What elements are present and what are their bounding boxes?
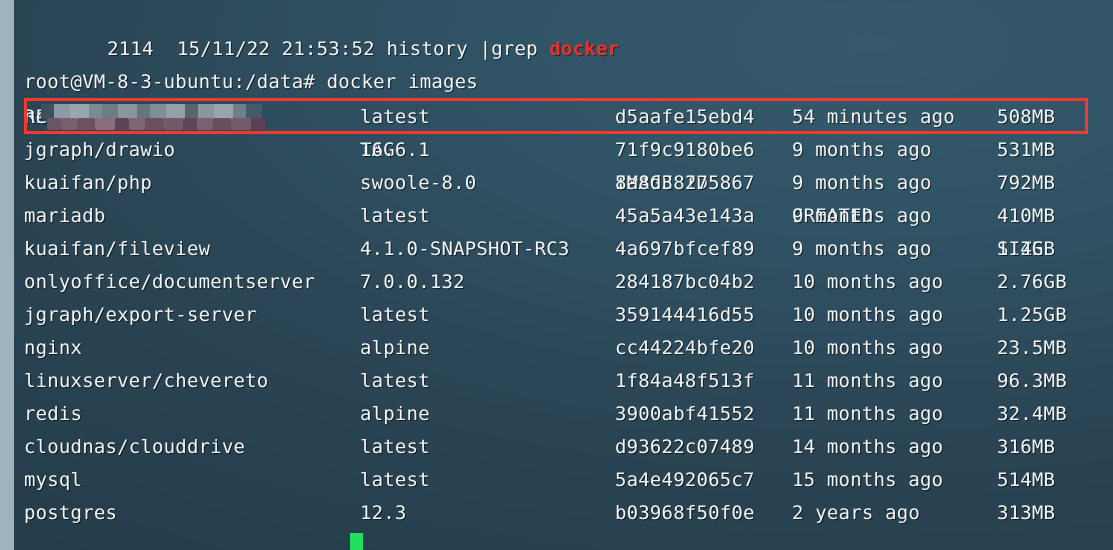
terminal-screenshot: 2114 15/11/22 21:53:52 history |grep doc… [0,0,1113,550]
cell-repository: redis [24,403,83,425]
cell-created: 9 months ago [792,139,932,161]
cell-size: 1.4GB [997,238,1056,260]
cell-tag: latest [360,469,430,491]
table-row: redis alpine 3900abf41552 11 months ago 32.4… [14,398,1113,431]
cell-size: 1.25GB [997,304,1067,326]
bottom-prompt-line: root@VM-8-3-ubuntu:/data# [14,530,1113,550]
table-row: mysql latest 5a4e492065c7 15 months ago 514M… [14,464,1113,497]
table-row: jgraph/drawio 16.6.1 71f9c9180be6 9 months … [14,134,1113,167]
history-output-line: 2114 15/11/22 21:53:52 history |grep doc… [14,0,1113,60]
table-row: kuaifan/php swoole-8.0 8a8d38275867 9 month… [14,167,1113,200]
cell-image-id: 4a697bfcef89 [615,238,755,260]
cell-created: 15 months ago [792,469,944,491]
cell-size: 410MB [997,205,1056,227]
cell-image-id: 1f84a48f513f [615,370,755,392]
cell-tag: alpine [360,403,430,425]
cell-size: 2.76GB [997,271,1067,293]
table-row: cloudnas/clouddrive latest d93622c07489 14 … [14,431,1113,464]
cell-size: 96.3MB [997,370,1067,392]
table-header-row: REPOSITORY TAG IMAGE ID CREATED SIZE [14,68,1113,260]
background-window-sliver [0,0,14,550]
cell-repository: kuaifan/fileview [24,238,211,260]
block-cursor [350,533,363,550]
table-row: kuaifan/fileview 4.1.0-SNAPSHOT-RC3 4a697b… [14,233,1113,266]
cell-created: 2 years ago [792,502,921,524]
highlight-annotation-box [24,98,1088,134]
cell-created: 10 months ago [792,337,944,359]
cell-image-id: 45a5a43e143a [615,205,755,227]
cell-image-id: cc44224bfe20 [615,337,755,359]
cell-size: 23.5MB [997,337,1067,359]
cell-repository: mysql [24,469,83,491]
cell-tag: 16.6.1 [360,139,430,161]
cell-repository: mariadb [24,205,106,227]
cell-tag: 4.1.0-SNAPSHOT-RC3 [360,238,570,260]
cell-tag: swoole-8.0 [360,172,477,194]
cell-size: 32.4MB [997,403,1067,425]
cell-image-id: d93622c07489 [615,436,755,458]
cell-repository: nginx [24,337,83,359]
cell-created: 9 months ago [792,205,932,227]
cell-repository: onlyoffice/documentserver [24,271,315,293]
cell-tag: 12.3 [360,502,407,524]
cell-created: 9 months ago [792,238,932,260]
cell-image-id: 284187bc04b2 [615,271,755,293]
table-row: nginx alpine cc44224bfe20 10 months ago 23.5… [14,332,1113,365]
cell-size: 531MB [997,139,1056,161]
cell-created: 11 months ago [792,403,944,425]
cell-image-id: 359144416d55 [615,304,755,326]
cell-image-id: b03968f50f0e [615,502,755,524]
cell-tag: latest [360,205,430,227]
cell-tag: alpine [360,337,430,359]
cell-repository: cloudnas/clouddrive [24,436,246,458]
cell-repository: jgraph/export-server [24,304,257,326]
cell-image-id: 3900abf41552 [615,403,755,425]
cell-repository: kuaifan/php [24,172,153,194]
cell-size: 316MB [997,436,1056,458]
cell-created: 9 months ago [792,172,932,194]
cell-size: 514MB [997,469,1056,491]
table-row: postgres 12.3 b03968f50f0e 2 years ago 313MB [14,497,1113,530]
cell-tag: 7.0.0.132 [360,271,465,293]
cell-created: 10 months ago [792,304,944,326]
table-row: onlyoffice/documentserver 7.0.0.132 284187… [14,266,1113,299]
cell-image-id: 71f9c9180be6 [615,139,755,161]
cell-image-id: 5a4e492065c7 [615,469,755,491]
cell-size: 313MB [997,502,1056,524]
cell-created: 10 months ago [792,271,944,293]
prompt-command-line: root@VM-8-3-ubuntu:/data# docker images [14,33,1113,93]
terminal-window[interactable]: 2114 15/11/22 21:53:52 history |grep doc… [14,0,1113,550]
cell-created: 11 months ago [792,370,944,392]
cell-tag: latest [360,436,430,458]
table-row: linuxserver/chevereto latest 1f84a48f513f 1… [14,365,1113,398]
cell-size: 792MB [997,172,1056,194]
table-row: mariadb latest 45a5a43e143a 9 months ago 410… [14,200,1113,233]
cell-repository: postgres [24,502,118,524]
cell-repository: jgraph/drawio [24,139,176,161]
cell-repository: linuxserver/chevereto [24,370,269,392]
cell-tag: latest [360,370,430,392]
table-row: jgraph/export-server latest 359144416d55 10… [14,299,1113,332]
cell-tag: latest [360,304,430,326]
cell-created: 14 months ago [792,436,944,458]
cell-image-id: 8a8d38275867 [615,172,755,194]
